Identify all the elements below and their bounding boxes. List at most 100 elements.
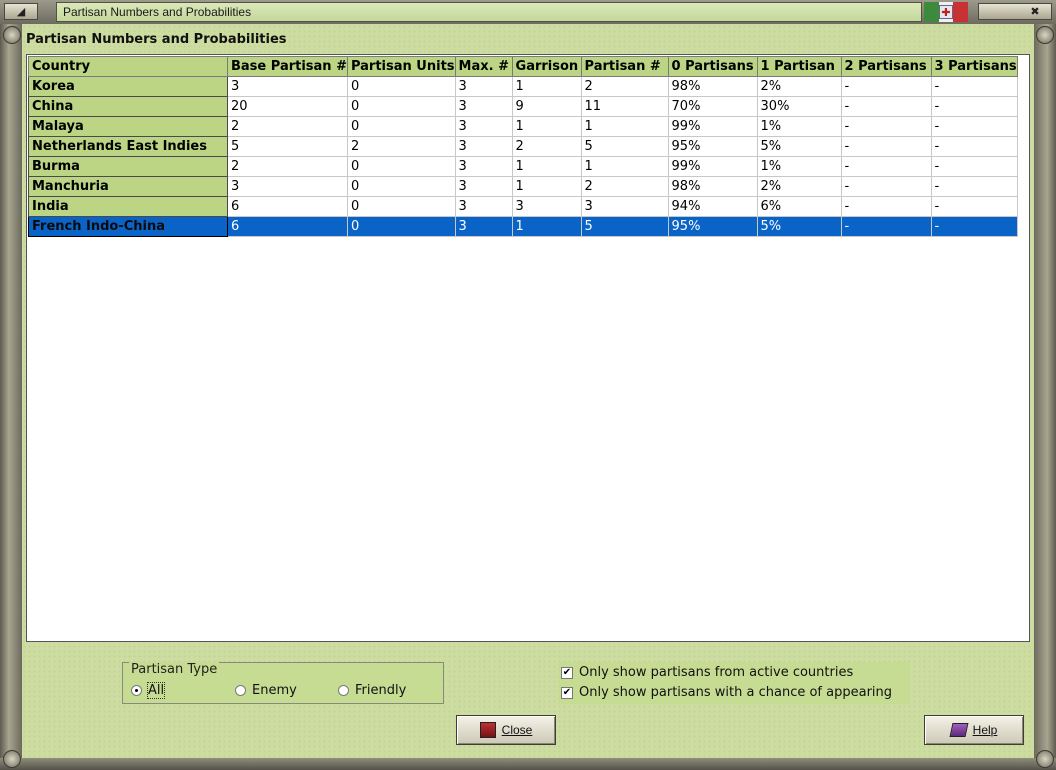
cell-partisan-count[interactable]: 2 <box>580 76 669 97</box>
cell-0-partisans[interactable]: 94% <box>667 196 758 217</box>
cell-1-partisan[interactable]: 2% <box>756 176 842 197</box>
cell-max[interactable]: 3 <box>454 216 513 237</box>
cell-partisan-units[interactable]: 0 <box>346 96 456 117</box>
cell-2-partisans[interactable]: - <box>840 96 932 117</box>
cell-base-partisan[interactable]: 2 <box>227 156 348 177</box>
cell-country[interactable]: Malaya <box>28 116 228 137</box>
cell-max[interactable]: 3 <box>454 136 513 157</box>
column-header-partisan-units[interactable]: Partisan Units <box>346 56 456 77</box>
cell-country[interactable]: Netherlands East Indies <box>28 136 228 157</box>
cell-0-partisans[interactable]: 98% <box>667 76 758 97</box>
column-header-2-partisans[interactable]: 2 Partisans <box>840 56 932 77</box>
table-row[interactable]: Malaya 2 0 3 1 1 99% 1% - - <box>28 116 1018 137</box>
cell-1-partisan[interactable]: 5% <box>756 136 842 157</box>
cell-0-partisans[interactable]: 98% <box>667 176 758 197</box>
radio-enemy-indicator[interactable] <box>235 685 246 696</box>
cell-3-partisans[interactable]: - <box>930 96 1018 117</box>
cell-max[interactable]: 3 <box>454 116 513 137</box>
cell-1-partisan[interactable]: 2% <box>756 76 842 97</box>
cell-0-partisans[interactable]: 95% <box>667 216 758 237</box>
cell-3-partisans[interactable]: - <box>930 76 1018 97</box>
cell-partisan-units[interactable]: 0 <box>346 156 456 177</box>
radio-all-indicator[interactable] <box>131 685 142 696</box>
cell-garrison[interactable]: 1 <box>511 156 582 177</box>
cell-0-partisans[interactable]: 99% <box>667 156 758 177</box>
cell-max[interactable]: 3 <box>454 176 513 197</box>
cell-2-partisans[interactable]: - <box>840 116 932 137</box>
cell-garrison[interactable]: 1 <box>511 116 582 137</box>
cell-3-partisans[interactable]: - <box>930 176 1018 197</box>
cell-garrison[interactable]: 1 <box>511 216 582 237</box>
cell-0-partisans[interactable]: 99% <box>667 116 758 137</box>
cell-1-partisan[interactable]: 5% <box>756 216 842 237</box>
cell-max[interactable]: 3 <box>454 76 513 97</box>
cell-1-partisan[interactable]: 30% <box>756 96 842 117</box>
cell-max[interactable]: 3 <box>454 96 513 117</box>
chance-checkbox[interactable]: ✔ Only show partisans with a chance of a… <box>561 685 892 700</box>
cell-garrison[interactable]: 3 <box>511 196 582 217</box>
column-header-country[interactable]: Country <box>28 56 228 77</box>
cell-base-partisan[interactable]: 6 <box>227 196 348 217</box>
help-button[interactable]: Help <box>924 715 1024 745</box>
table-row[interactable]: Korea 3 0 3 1 2 98% 2% - - <box>28 76 1018 97</box>
cell-country[interactable]: Burma <box>28 156 228 177</box>
cell-garrison[interactable]: 2 <box>511 136 582 157</box>
cell-base-partisan[interactable]: 5 <box>227 136 348 157</box>
column-header-base-partisan[interactable]: Base Partisan # <box>227 56 348 77</box>
cell-2-partisans[interactable]: - <box>840 76 932 97</box>
column-header-0-partisans[interactable]: 0 Partisans <box>667 56 758 77</box>
cell-3-partisans[interactable]: - <box>930 196 1018 217</box>
cell-base-partisan[interactable]: 3 <box>227 76 348 97</box>
cell-partisan-count[interactable]: 3 <box>580 196 669 217</box>
close-button[interactable]: Close <box>456 715 556 745</box>
cell-partisan-units[interactable]: 0 <box>346 176 456 197</box>
radio-friendly-indicator[interactable] <box>338 685 349 696</box>
cell-partisan-units[interactable]: 0 <box>346 76 456 97</box>
radio-all[interactable]: All <box>131 682 166 699</box>
cell-0-partisans[interactable]: 95% <box>667 136 758 157</box>
cell-partisan-units[interactable]: 0 <box>346 216 456 237</box>
restore-button[interactable]: ◢ <box>4 3 38 20</box>
cell-1-partisan[interactable]: 1% <box>756 116 842 137</box>
cell-2-partisans[interactable]: - <box>840 176 932 197</box>
cell-partisan-units[interactable]: 0 <box>346 196 456 217</box>
table-row[interactable]: Burma 2 0 3 1 1 99% 1% - - <box>28 156 1018 177</box>
radio-friendly[interactable]: Friendly <box>338 683 406 698</box>
radio-enemy[interactable]: Enemy <box>235 683 297 698</box>
cell-partisan-count[interactable]: 2 <box>580 176 669 197</box>
cell-3-partisans[interactable]: - <box>930 136 1018 157</box>
cell-partisan-count[interactable]: 1 <box>580 156 669 177</box>
chance-check-icon[interactable]: ✔ <box>561 686 573 699</box>
partisan-grid[interactable]: Country Base Partisan # Partisan Units M… <box>26 54 1030 642</box>
cell-3-partisans[interactable]: - <box>930 216 1018 237</box>
table-row[interactable]: China 20 0 3 9 11 70% 30% - - <box>28 96 1018 117</box>
cell-2-partisans[interactable]: - <box>840 216 932 237</box>
cell-partisan-count[interactable]: 5 <box>580 136 669 157</box>
cell-partisan-count[interactable]: 5 <box>580 216 669 237</box>
cell-country[interactable]: Korea <box>28 76 228 97</box>
cell-base-partisan[interactable]: 20 <box>227 96 348 117</box>
cell-partisan-units[interactable]: 0 <box>346 116 456 137</box>
table-row[interactable]: Netherlands East Indies 5 2 3 2 5 95% 5% - - <box>28 136 1018 157</box>
cell-1-partisan[interactable]: 1% <box>756 156 842 177</box>
column-header-3-partisans[interactable]: 3 Partisans <box>930 56 1018 77</box>
cell-max[interactable]: 3 <box>454 156 513 177</box>
cell-base-partisan[interactable]: 2 <box>227 116 348 137</box>
cell-0-partisans[interactable]: 70% <box>667 96 758 117</box>
column-header-garrison[interactable]: Garrison <box>511 56 582 77</box>
cell-garrison[interactable]: 9 <box>511 96 582 117</box>
cell-partisan-units[interactable]: 2 <box>346 136 456 157</box>
window-close-button[interactable]: ✖ <box>978 3 1052 20</box>
cell-3-partisans[interactable]: - <box>930 116 1018 137</box>
table-row[interactable]: Manchuria 3 0 3 1 2 98% 2% - - <box>28 176 1018 197</box>
cell-base-partisan[interactable]: 6 <box>227 216 348 237</box>
cell-garrison[interactable]: 1 <box>511 176 582 197</box>
cell-country[interactable]: Manchuria <box>28 176 228 197</box>
table-row[interactable]: French Indo-China 6 0 3 1 5 95% 5% - - <box>28 216 1018 237</box>
cell-2-partisans[interactable]: - <box>840 156 932 177</box>
column-header-partisan-count[interactable]: Partisan # <box>580 56 669 77</box>
table-row[interactable]: India 6 0 3 3 3 94% 6% - - <box>28 196 1018 217</box>
cell-2-partisans[interactable]: - <box>840 136 932 157</box>
cell-country[interactable]: India <box>28 196 228 217</box>
cell-country[interactable]: China <box>28 96 228 117</box>
